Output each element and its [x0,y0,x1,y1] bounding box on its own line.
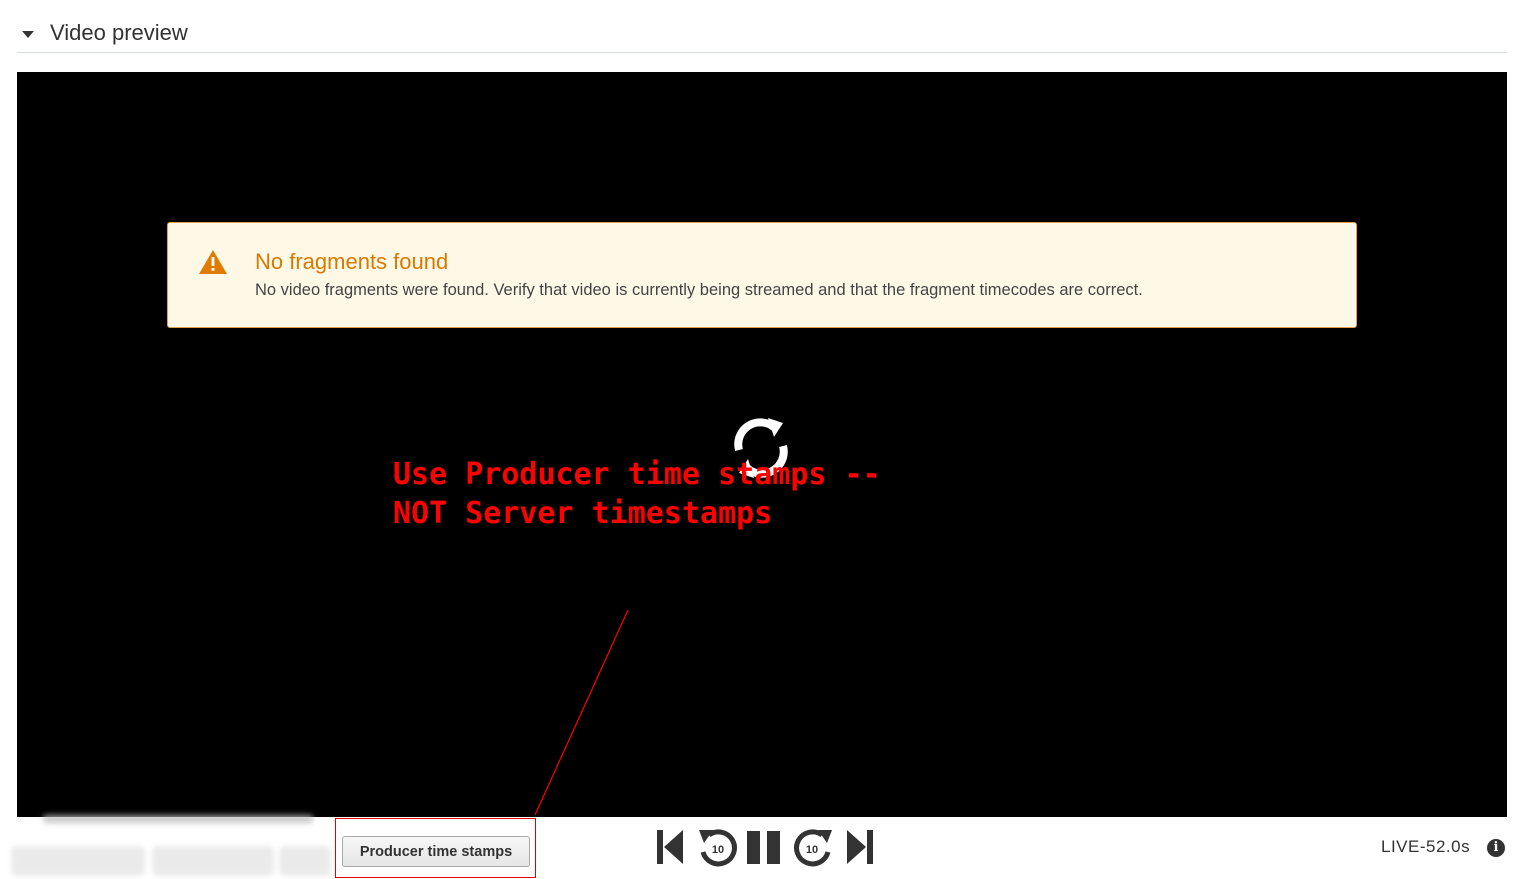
alert-box: No fragments found No video fragments we… [167,222,1357,328]
annotation-text: Use Producer time stamps -- NOT Server t… [393,455,881,533]
skip-to-end-icon[interactable] [845,826,875,868]
rewind-10-icon[interactable]: 10 [696,826,738,868]
video-preview-header[interactable]: Video preview [17,14,1507,53]
blurred-button-3 [280,847,330,875]
blurred-button-2 [153,847,273,875]
alert-message: No video fragments were found. Verify th… [255,281,1143,299]
warning-icon [199,250,227,274]
section-title: Video preview [50,20,188,45]
alert-title: No fragments found [255,249,449,274]
blurred-bar [43,815,313,823]
annotation-line-2: NOT Server timestamps [393,496,773,531]
forward-10-icon[interactable]: 10 [793,826,835,868]
blurred-button-1 [12,847,144,875]
rewind-seconds-label: 10 [712,844,724,856]
skip-to-start-icon[interactable] [655,826,685,868]
annotation-line-1: Use Producer time stamps -- [393,457,881,492]
live-offset-label: LIVE-52.0s [1381,837,1471,856]
caret-down-icon[interactable] [22,30,34,38]
info-icon[interactable]: i [1487,839,1505,857]
forward-seconds-label: 10 [806,844,818,856]
video-player[interactable]: No fragments found No video fragments we… [17,72,1507,817]
producer-time-stamps-button[interactable]: Producer time stamps [342,836,530,867]
pause-icon[interactable] [746,826,782,868]
blurred-controls [8,815,333,879]
